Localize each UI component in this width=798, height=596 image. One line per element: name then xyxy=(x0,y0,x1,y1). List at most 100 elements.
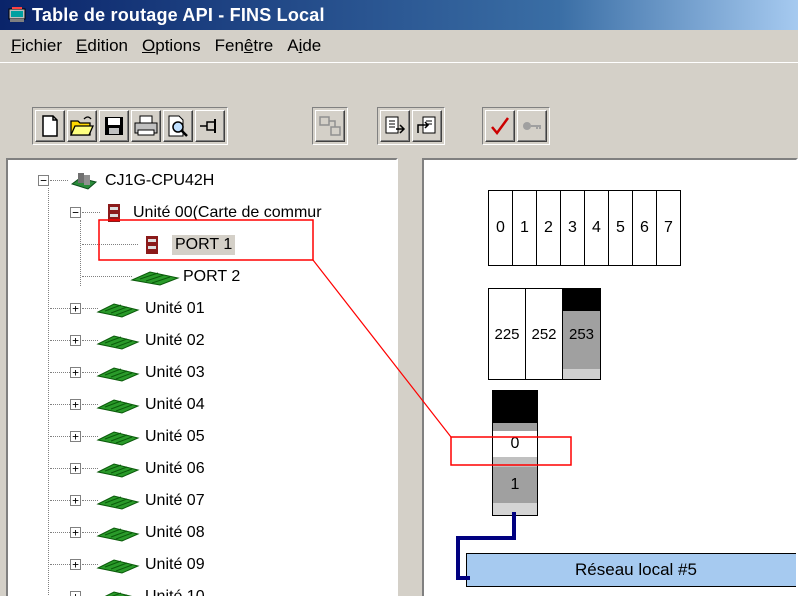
address-label: 225 xyxy=(494,325,520,343)
expand-toggle[interactable]: + xyxy=(70,463,81,474)
tree-row-port2[interactable]: PORT 2 xyxy=(8,264,328,290)
local-port-block[interactable]: 0 1 xyxy=(492,390,538,516)
unit-number-cell[interactable]: 1 xyxy=(513,191,537,265)
download-to-plc-button[interactable] xyxy=(412,110,442,142)
tree-row-unit[interactable]: + Unité 09 xyxy=(8,552,388,578)
tree-connector xyxy=(50,340,70,341)
unit-board-icon xyxy=(96,367,140,382)
routing-tree-panel[interactable]: − CJ1G-CPU42H − Unité 00(Carte de commur… xyxy=(6,158,398,596)
tree-connector xyxy=(50,532,70,533)
tree-label-unit: Unité 02 xyxy=(145,332,205,349)
unit-board-icon xyxy=(104,591,133,596)
plc-cpu-icon xyxy=(70,173,98,190)
menu-fenetre[interactable]: Fenêtre xyxy=(208,33,281,59)
routing-diagram-panel: 01234567 225 252 253 0 1 Réseau local #5 xyxy=(422,158,798,596)
expand-toggle[interactable]: + xyxy=(70,559,81,570)
expand-toggle[interactable]: + xyxy=(70,335,81,346)
address-cell[interactable]: 252 xyxy=(526,289,563,379)
workspace: − CJ1G-CPU42H − Unité 00(Carte de commur… xyxy=(0,156,798,596)
save-icon xyxy=(105,117,123,135)
menu-access-key: O xyxy=(142,36,156,55)
tree-connector xyxy=(50,468,70,469)
expand-toggle[interactable]: + xyxy=(70,527,81,538)
tree-connector xyxy=(50,308,70,309)
unit-number-cell[interactable]: 3 xyxy=(561,191,585,265)
upload-from-plc-icon xyxy=(385,116,406,134)
tree-row-unit[interactable]: + Unité 10 xyxy=(8,584,388,596)
tree-label-unit: Unité 07 xyxy=(145,492,205,509)
tree-row-unit[interactable]: + Unité 05 xyxy=(8,424,388,450)
unit-board-icon xyxy=(96,527,140,542)
tree-connector xyxy=(82,276,132,277)
tree-row-unit00[interactable]: − Unité 00(Carte de commur xyxy=(8,200,396,226)
tree-row-root[interactable]: − CJ1G-CPU42H xyxy=(8,168,388,194)
cell-footer xyxy=(563,369,600,379)
tree-label-unit: Unité 03 xyxy=(145,364,205,381)
tree-row-unit[interactable]: + Unité 04 xyxy=(8,392,388,418)
tree-label-unit: Unité 05 xyxy=(145,428,205,445)
tree-label-unit: Unité 08 xyxy=(145,524,205,541)
collapse-toggle[interactable]: − xyxy=(38,175,49,186)
print-button[interactable] xyxy=(131,110,161,142)
menu-fichier[interactable]: Fichier xyxy=(4,33,69,59)
key-button[interactable] xyxy=(517,110,547,142)
tree-label-unit00: Unité 00(Carte de commur xyxy=(133,204,322,221)
unit-number-row: 01234567 xyxy=(488,190,681,266)
open-button[interactable] xyxy=(67,110,97,142)
expand-toggle[interactable]: + xyxy=(70,399,81,410)
file-tool-group xyxy=(32,107,228,145)
unit-number-cell[interactable]: 2 xyxy=(537,191,561,265)
save-button[interactable] xyxy=(99,110,129,142)
address-cell[interactable]: 225 xyxy=(489,289,526,379)
port-icon xyxy=(146,236,158,254)
expand-toggle[interactable]: + xyxy=(70,367,81,378)
check-button[interactable] xyxy=(485,110,515,142)
address-cell[interactable]: 253 xyxy=(563,289,600,379)
pin-button[interactable] xyxy=(195,110,225,142)
toolbar xyxy=(0,62,798,156)
unit-number-cell[interactable]: 7 xyxy=(657,191,681,265)
unit-number-cell[interactable]: 5 xyxy=(609,191,633,265)
expand-toggle[interactable]: + xyxy=(70,431,81,442)
tree-row-unit[interactable]: + Unité 06 xyxy=(8,456,388,482)
local-port-1[interactable]: 1 xyxy=(493,467,537,503)
network-port-icon xyxy=(130,271,180,286)
tree-row-port1[interactable]: PORT 1 xyxy=(8,232,328,258)
tree-row-unit[interactable]: + Unité 02 xyxy=(8,328,388,354)
block-divider xyxy=(493,423,537,431)
tree-row-unit[interactable]: + Unité 03 xyxy=(8,360,388,386)
title-bar: Table de routage API - FINS Local xyxy=(0,0,798,30)
tree-label-unit: Unité 04 xyxy=(145,396,205,413)
menu-options[interactable]: Options xyxy=(135,33,208,59)
upload-from-plc-button[interactable] xyxy=(380,110,410,142)
menu-aide[interactable]: Aide xyxy=(280,33,328,59)
tree-row-unit[interactable]: + Unité 07 xyxy=(8,488,388,514)
tree-connector xyxy=(50,180,68,181)
unit-board-icon xyxy=(96,335,140,350)
menu-access-key: F xyxy=(11,36,22,55)
unit-number-cell[interactable]: 0 xyxy=(489,191,513,265)
collapse-toggle[interactable]: − xyxy=(70,207,81,218)
new-file-button[interactable] xyxy=(35,110,65,142)
cell-header xyxy=(563,289,600,311)
tree-label-port2: PORT 2 xyxy=(183,268,241,285)
tree-row-unit[interactable]: + Unité 08 xyxy=(8,520,388,546)
tree-label-unit: Unité 09 xyxy=(145,556,205,573)
menu-access-key: i xyxy=(298,36,303,55)
expand-toggle[interactable]: + xyxy=(70,591,81,596)
unit-number-cell[interactable]: 6 xyxy=(633,191,657,265)
expand-toggle[interactable]: + xyxy=(70,495,81,506)
menu-edition[interactable]: Edition xyxy=(69,33,135,59)
panel-splitter[interactable] xyxy=(400,156,420,596)
network-box[interactable]: Réseau local #5 xyxy=(466,553,796,587)
tree-label-unit: Unité 06 xyxy=(145,460,205,477)
unit-board-icon xyxy=(96,463,140,478)
transfer-button[interactable] xyxy=(315,110,345,142)
unit-number-cell[interactable]: 4 xyxy=(585,191,609,265)
menu-access-key: ê xyxy=(243,36,254,55)
check-tool-group xyxy=(482,107,550,145)
local-port-0[interactable]: 0 xyxy=(493,431,537,457)
tree-row-unit[interactable]: + Unité 01 xyxy=(8,296,388,322)
print-preview-button[interactable] xyxy=(163,110,193,142)
expand-toggle[interactable]: + xyxy=(70,303,81,314)
